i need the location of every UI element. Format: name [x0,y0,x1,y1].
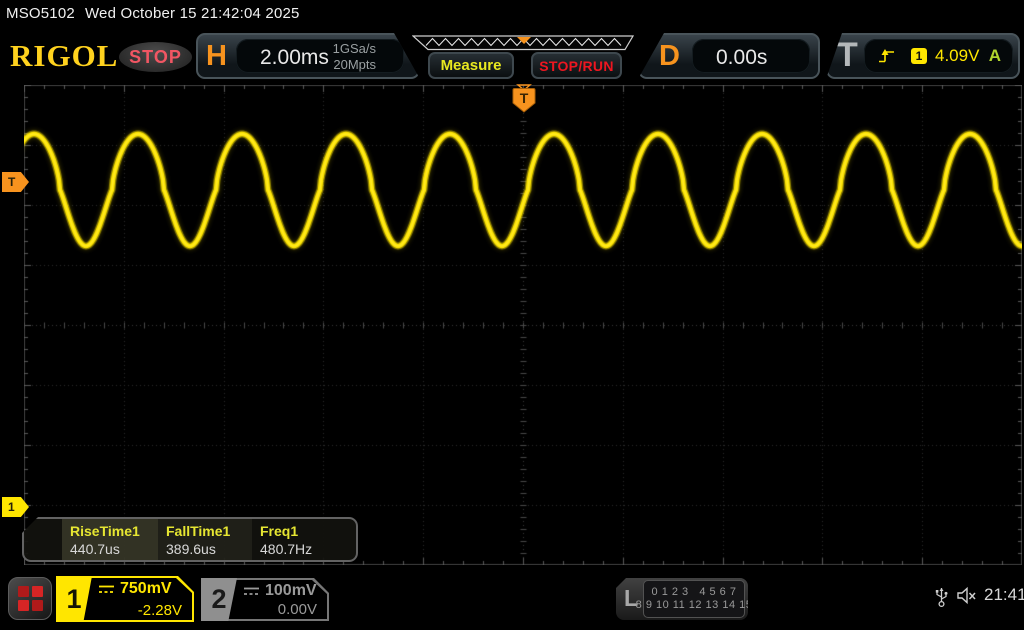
delay-panel[interactable]: D 0.00s [638,33,820,79]
model-name: MSO5102 [6,5,75,22]
measurement-risetime[interactable]: RiseTime1 440.7us [62,519,158,560]
measurement-freq[interactable]: Freq1 480.7Hz [252,519,352,560]
channel2-scale: 100mV [265,582,317,600]
sample-rate: 1GSa/s [333,41,376,57]
rising-edge-icon [878,48,895,64]
measurement-value: 440.7us [70,541,158,557]
channel2-widget[interactable]: 2 100mV 0.00V [201,578,329,621]
trigger-position-letter: T [520,90,529,106]
menu-windows-button[interactable] [8,577,52,620]
acquisition-info: 1GSa/s 20Mpts [333,41,376,73]
channel1-offset: -2.28V [138,602,182,619]
trigger-sweep-mode: A [989,46,1001,66]
measurement-falltime[interactable]: FallTime1 389.6us [158,519,252,560]
measurement-value: 389.6us [166,541,252,557]
logic-row-0-7: 0 1 2 3 4 5 6 7 [652,586,737,599]
oscilloscope-screen: MSO5102 Wed October 15 21:42:04 2025 RIGO… [0,0,1024,630]
horizontal-pill: 2.00ms 1GSa/s 20Mpts [236,39,404,73]
windows-icon [18,586,43,611]
measure-button[interactable]: Measure [428,52,514,79]
delay-pill: 0.00s [692,39,810,73]
horizontal-panel[interactable]: H 2.00ms 1GSa/s 20Mpts [196,33,420,79]
measurement-value: 480.7Hz [260,541,352,557]
rigol-logo: RIGOL [10,38,118,74]
horizontal-label: H [206,40,227,73]
trigger-source-badge: 1 [911,48,927,64]
logic-row-8-15: 8 9 10 11 12 13 14 15 [636,599,753,612]
usb-icon [934,584,949,608]
measurement-label: FallTime1 [166,523,252,539]
dc-coupling-icon [243,586,260,597]
clock-text: 21:41 [984,585,1024,605]
trigger-pill: 1 4.09V A [864,39,1013,73]
memory-depth: 20Mpts [333,57,376,73]
waveform-display[interactable] [24,85,1022,565]
trigger-level-value: 4.09V [935,46,979,66]
speaker-mute-icon[interactable] [956,586,978,605]
logic-channel-box: 0 1 2 3 4 5 6 7 8 9 10 11 12 13 14 15 [643,580,745,618]
status-bar: MSO5102 Wed October 15 21:42:04 2025 [6,5,300,22]
delay-label: D [659,40,680,73]
channel1-widget[interactable]: 1 750mV -2.28V [56,576,194,622]
delay-value: 0.00s [716,46,767,70]
memory-position-strip[interactable] [412,35,634,51]
trigger-panel[interactable]: T 1 4.09V A [826,33,1020,79]
channel1-scale: 750mV [120,580,172,598]
timebase-value: 2.00ms [260,46,329,70]
channel2-scale-row: 100mV [243,582,317,600]
measurement-label: RiseTime1 [70,523,158,539]
stop-run-button[interactable]: STOP/RUN [531,52,622,79]
trigger-position-marker[interactable]: T [509,84,539,114]
logic-channels-widget[interactable]: L 0 1 2 3 4 5 6 7 8 9 10 11 12 13 14 15 [616,578,748,620]
datetime-text: Wed October 15 21:42:04 2025 [85,5,300,22]
measurement-label: Freq1 [260,523,352,539]
run-state-badge: STOP [119,42,192,72]
channel2-offset: 0.00V [278,601,317,618]
dc-coupling-icon [98,584,115,595]
trigger-label: T [837,36,858,75]
measurement-results-box[interactable]: RiseTime1 440.7us FallTime1 389.6us Freq… [22,517,358,562]
channel1-scale-row: 750mV [98,580,172,598]
